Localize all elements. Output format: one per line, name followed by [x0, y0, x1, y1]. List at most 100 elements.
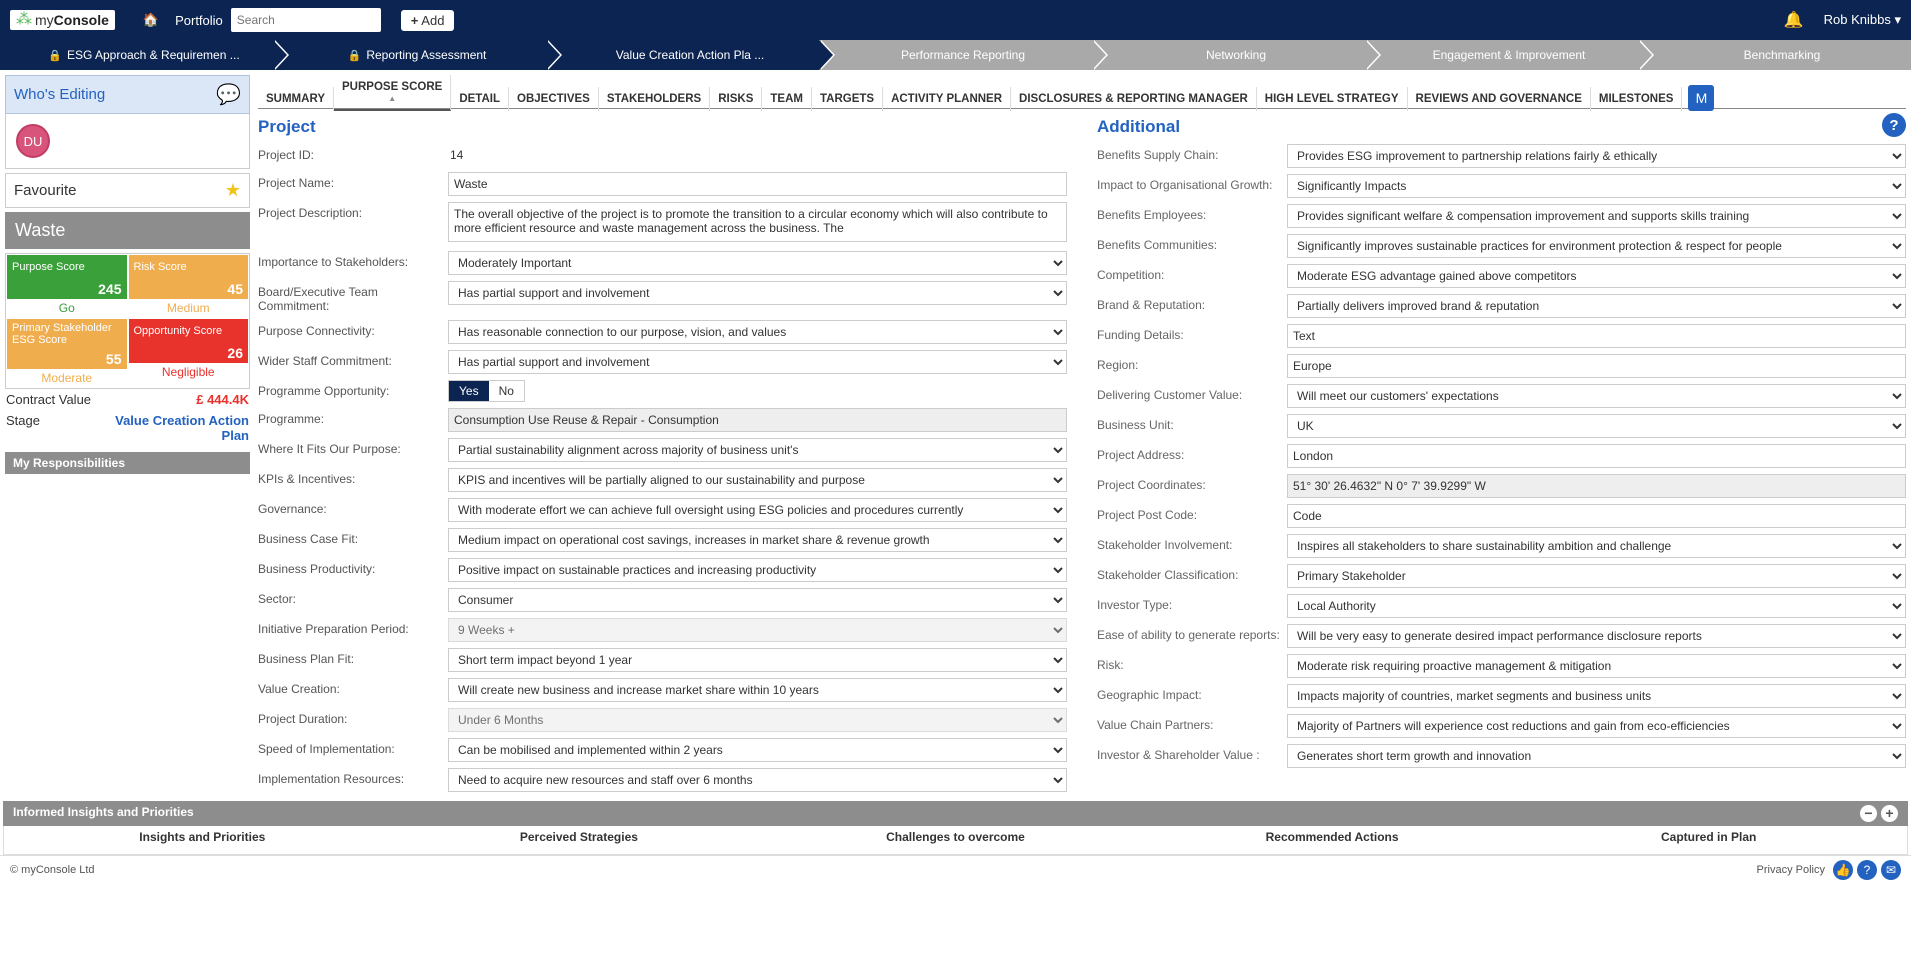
value-creation-select[interactable]: Will create new business and increase ma… [448, 678, 1067, 702]
initiative-period-select[interactable]: 9 Weeks + [448, 618, 1067, 642]
geographic-impact-select[interactable]: Impacts majority of countries, market se… [1287, 684, 1906, 708]
insights-col-5: Captured in Plan [1520, 830, 1897, 844]
tab-team[interactable]: TEAM [762, 87, 812, 111]
project-duration-select[interactable]: Under 6 Months [448, 708, 1067, 732]
help-icon[interactable]: ? [1882, 113, 1906, 137]
editor-list: DU [5, 114, 250, 169]
mascot-icon[interactable]: M [1688, 85, 1714, 111]
favourite-label: Favourite [14, 182, 77, 199]
importance-select[interactable]: Moderately Important [448, 251, 1067, 275]
my-responsibilities[interactable]: My Responsibilities [5, 452, 250, 474]
project-address-input[interactable] [1287, 444, 1906, 468]
tab-risks[interactable]: RISKS [710, 87, 762, 111]
tab-high-level-strategy[interactable]: HIGH LEVEL STRATEGY [1257, 87, 1408, 111]
purpose-connectivity-select[interactable]: Has reasonable connection to our purpose… [448, 320, 1067, 344]
chevron-step-engagement[interactable]: Engagement & Improvement [1365, 40, 1638, 70]
mail-icon[interactable]: ✉ [1881, 860, 1901, 880]
benefits-employees-select[interactable]: Provides significant welfare & compensat… [1287, 204, 1906, 228]
tab-milestones[interactable]: MILESTONES [1591, 87, 1683, 111]
investor-shareholder-value-select[interactable]: Generates short term growth and innovati… [1287, 744, 1906, 768]
plus-button[interactable]: + [1881, 805, 1898, 822]
postcode-input[interactable] [1287, 504, 1906, 528]
add-button[interactable]: + Add [401, 10, 455, 31]
region-input[interactable] [1287, 354, 1906, 378]
speed-implementation-select[interactable]: Can be mobilised and implemented within … [448, 738, 1067, 762]
tab-objectives[interactable]: OBJECTIVES [509, 87, 599, 111]
user-menu[interactable]: Rob Knibbs ▾ [1824, 12, 1901, 28]
logo-text-console: Console [54, 12, 109, 28]
chevron-step-value-creation[interactable]: Value Creation Action Pla ... [546, 40, 819, 70]
tab-purpose-score[interactable]: PURPOSE SCORE [334, 75, 451, 111]
home-icon[interactable]: 🏠 [143, 12, 159, 28]
chevron-step-performance[interactable]: Performance Reporting [819, 40, 1092, 70]
main-content: SUMMARY PURPOSE SCORE DETAIL OBJECTIVES … [258, 75, 1906, 795]
competition-select[interactable]: Moderate ESG advantage gained above comp… [1287, 264, 1906, 288]
business-case-select[interactable]: Medium impact on operational cost saving… [448, 528, 1067, 552]
stakeholder-involvement-select[interactable]: Inspires all stakeholders to share susta… [1287, 534, 1906, 558]
tab-targets[interactable]: TARGETS [812, 87, 883, 111]
insights-col-4: Recommended Actions [1144, 830, 1521, 844]
wider-staff-select[interactable]: Has partial support and involvement [448, 350, 1067, 374]
funding-details-input[interactable] [1287, 324, 1906, 348]
project-coordinates-input[interactable] [1287, 474, 1906, 498]
project-desc-input[interactable]: The overall objective of the project is … [448, 202, 1067, 242]
portfolio-link[interactable]: Portfolio [175, 13, 223, 28]
tab-detail[interactable]: DETAIL [451, 87, 509, 111]
privacy-link[interactable]: Privacy Policy [1757, 864, 1825, 876]
customer-value-select[interactable]: Will meet our customers' expectations [1287, 384, 1906, 408]
no-button[interactable]: No [489, 381, 524, 401]
search-input[interactable] [231, 8, 381, 32]
thumbs-up-icon[interactable]: 👍 [1833, 860, 1853, 880]
governance-select[interactable]: With moderate effort we can achieve full… [448, 498, 1067, 522]
contract-value-row: Contract Value £ 444.4K [5, 389, 250, 410]
benefits-supply-chain-select[interactable]: Provides ESG improvement to partnership … [1287, 144, 1906, 168]
insights-col-2: Perceived Strategies [391, 830, 768, 844]
primary-stakeholder-score-card: Primary Stakeholder ESG Score 55 Moderat… [6, 318, 128, 388]
impact-org-growth-select[interactable]: Significantly Impacts [1287, 174, 1906, 198]
brand-reputation-select[interactable]: Partially delivers improved brand & repu… [1287, 294, 1906, 318]
chevron-step-benchmarking[interactable]: Benchmarking [1638, 40, 1911, 70]
logo[interactable]: ⁂ myConsole [10, 10, 115, 30]
ease-reports-select[interactable]: Will be very easy to generate desired im… [1287, 624, 1906, 648]
insights-columns: Insights and Priorities Perceived Strate… [3, 826, 1908, 855]
chevron-step-reporting[interactable]: 🔒Reporting Assessment [273, 40, 546, 70]
value-chain-partners-select[interactable]: Majority of Partners will experience cos… [1287, 714, 1906, 738]
kpis-select[interactable]: KPIS and incentives will be partially al… [448, 468, 1067, 492]
programme-input[interactable] [448, 408, 1067, 432]
tab-disclosures[interactable]: DISCLOSURES & REPORTING MANAGER [1011, 87, 1257, 111]
business-productivity-select[interactable]: Positive impact on sustainable practices… [448, 558, 1067, 582]
investor-type-select[interactable]: Local Authority [1287, 594, 1906, 618]
business-unit-select[interactable]: UK [1287, 414, 1906, 438]
sidebar: Who's Editing 💬 DU Favourite ★ Waste Pur… [5, 75, 250, 795]
chat-icon[interactable]: 💬 [216, 82, 241, 107]
bell-icon[interactable]: 🔔 [1784, 10, 1804, 30]
project-name-input[interactable] [448, 172, 1067, 196]
tab-activity-planner[interactable]: ACTIVITY PLANNER [883, 87, 1011, 111]
tab-stakeholders[interactable]: STAKEHOLDERS [599, 87, 710, 111]
workflow-nav: 🔒ESG Approach & Requiremen ... 🔒Reportin… [0, 40, 1911, 70]
yes-button[interactable]: Yes [449, 381, 489, 401]
risk-select[interactable]: Moderate risk requiring proactive manage… [1287, 654, 1906, 678]
star-icon[interactable]: ★ [225, 180, 241, 201]
purpose-score-card: Purpose Score 245 Go [6, 254, 128, 318]
chevron-step-networking[interactable]: Networking [1092, 40, 1365, 70]
whos-editing-title: Who's Editing [14, 86, 105, 103]
tab-summary[interactable]: SUMMARY [258, 87, 334, 111]
fits-purpose-select[interactable]: Partial sustainability alignment across … [448, 438, 1067, 462]
stakeholder-classification-select[interactable]: Primary Stakeholder [1287, 564, 1906, 588]
business-plan-select[interactable]: Short term impact beyond 1 year [448, 648, 1067, 672]
minus-button[interactable]: − [1860, 805, 1877, 822]
implementation-resources-select[interactable]: Need to acquire new resources and staff … [448, 768, 1067, 792]
benefits-communities-select[interactable]: Significantly improves sustainable pract… [1287, 234, 1906, 258]
score-grid: Purpose Score 245 Go Risk Score 45 Mediu… [5, 253, 250, 389]
sector-select[interactable]: Consumer [448, 588, 1067, 612]
avatar[interactable]: DU [16, 124, 50, 158]
help-icon[interactable]: ? [1857, 860, 1877, 880]
additional-column: Additional ? Benefits Supply Chain:Provi… [1097, 109, 1906, 795]
chevron-step-esg[interactable]: 🔒ESG Approach & Requiremen ... [0, 40, 273, 70]
insights-title: Informed Insights and Priorities [13, 805, 194, 822]
board-commitment-select[interactable]: Has partial support and involvement [448, 281, 1067, 305]
topbar: ⁂ myConsole 🏠 Portfolio + Add 🔔 Rob Knib… [0, 0, 1911, 40]
tab-reviews-governance[interactable]: REVIEWS AND GOVERNANCE [1408, 87, 1591, 111]
project-id-value: 14 [448, 144, 1067, 166]
